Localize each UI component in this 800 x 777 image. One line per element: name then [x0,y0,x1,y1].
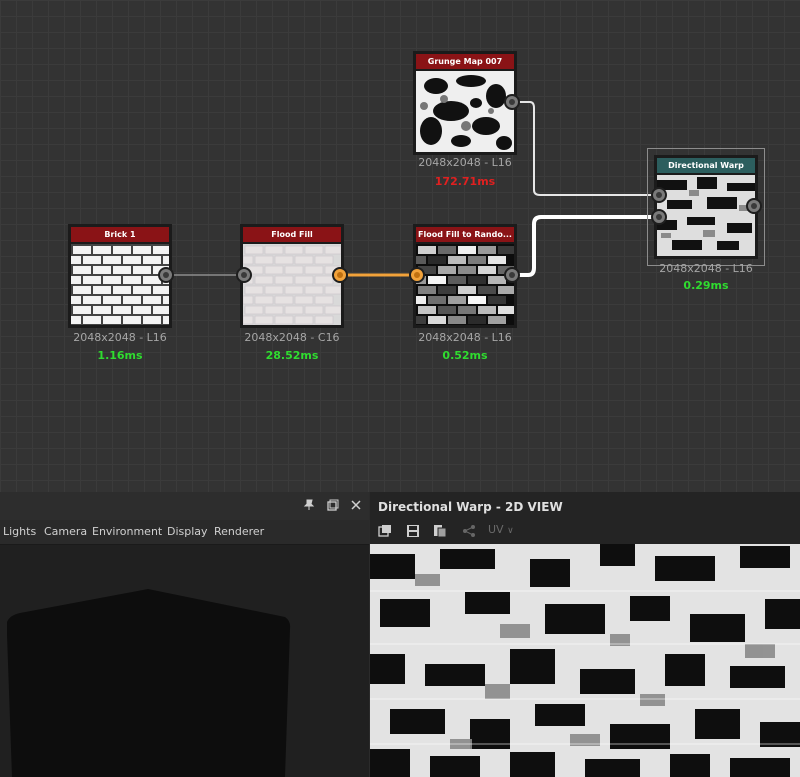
close-icon[interactable] [350,499,362,514]
node-time: 0.52ms [442,349,488,362]
input-port[interactable] [236,267,252,283]
node-flood-fill-to-random[interactable]: Flood Fill to Rando... [413,224,517,328]
3d-view-menubar: Lights Camera Environment Display Render… [0,520,369,545]
node-title: Brick 1 [71,227,169,242]
port-dot [241,272,247,278]
menu-renderer[interactable]: Renderer [214,525,264,538]
node-directional-warp[interactable]: Directional Warp [647,148,765,266]
port-dot [509,272,515,278]
port-dot [751,203,757,209]
wire-grunge-warp [512,101,659,196]
node-resolution: 2048x2048 - C16 [244,331,340,344]
port-dot [509,99,515,105]
pin-icon[interactable] [303,499,315,514]
node-title: Grunge Map 007 [416,54,514,69]
output-port[interactable] [746,198,762,214]
output-port[interactable] [158,267,174,283]
node-time: 28.52ms [265,349,319,362]
menu-camera[interactable]: Camera [44,525,87,538]
port-dot [163,272,169,278]
node-title: Flood Fill [243,227,341,242]
graph-icon[interactable] [462,524,476,541]
output-port[interactable] [504,94,520,110]
wire-random-warp [512,215,659,277]
node-resolution: 2048x2048 - L16 [659,262,753,275]
restore-icon[interactable] [327,499,339,514]
node-time: 1.16ms [97,349,143,362]
2d-texture-preview [370,544,800,777]
node-brick[interactable]: Brick 1 [68,224,172,328]
uv-dropdown[interactable]: UV ∨ [488,523,514,536]
node-thumbnail [243,244,341,325]
node-grunge-map[interactable]: Grunge Map 007 [413,51,517,155]
node-graph-canvas[interactable]: Brick 1 2048x2048 - L16 1.16ms Flood Fil [0,0,800,492]
uv-label: UV [488,523,504,536]
port-dot [656,214,662,220]
3d-preview-mesh [7,589,291,777]
input-port[interactable] [409,267,425,283]
3d-viewport[interactable] [0,545,369,777]
node-time: 172.71ms [434,175,496,188]
node-title: Flood Fill to Rando... [416,227,514,242]
node-title: Directional Warp [657,158,755,173]
port-dot [656,192,662,198]
menu-environment[interactable]: Environment [92,525,162,538]
node-thumbnail [416,71,514,152]
copy-icon[interactable] [378,524,392,541]
output-port[interactable] [332,267,348,283]
node-time: 0.29ms [683,279,729,292]
node-resolution: 2048x2048 - L16 [418,331,512,344]
node-thumbnail [71,244,169,325]
2d-view-toolbar: UV ∨ [370,518,800,544]
chevron-down-icon: ∨ [507,526,514,536]
2d-view-title: Directional Warp - 2D VIEW [378,500,563,514]
input-port[interactable] [651,209,667,225]
menu-display[interactable]: Display [167,525,208,538]
node-thumbnail [657,175,755,256]
output-port[interactable] [504,267,520,283]
input-port[interactable] [651,187,667,203]
save-icon[interactable] [406,524,420,541]
menu-lights[interactable]: Lights [3,525,36,538]
panel-header [0,492,369,520]
2d-view-panel: Directional Warp - 2D VIEW UV ∨ [370,492,800,777]
port-dot [414,272,420,278]
port-dot [337,272,343,278]
node-thumbnail [416,244,514,325]
3d-view-panel: Lights Camera Environment Display Render… [0,492,369,777]
node-resolution: 2048x2048 - L16 [418,156,512,169]
2d-viewport[interactable] [370,544,800,777]
node-resolution: 2048x2048 - L16 [73,331,167,344]
export-icon[interactable] [433,524,447,541]
node-flood-fill[interactable]: Flood Fill [240,224,344,328]
